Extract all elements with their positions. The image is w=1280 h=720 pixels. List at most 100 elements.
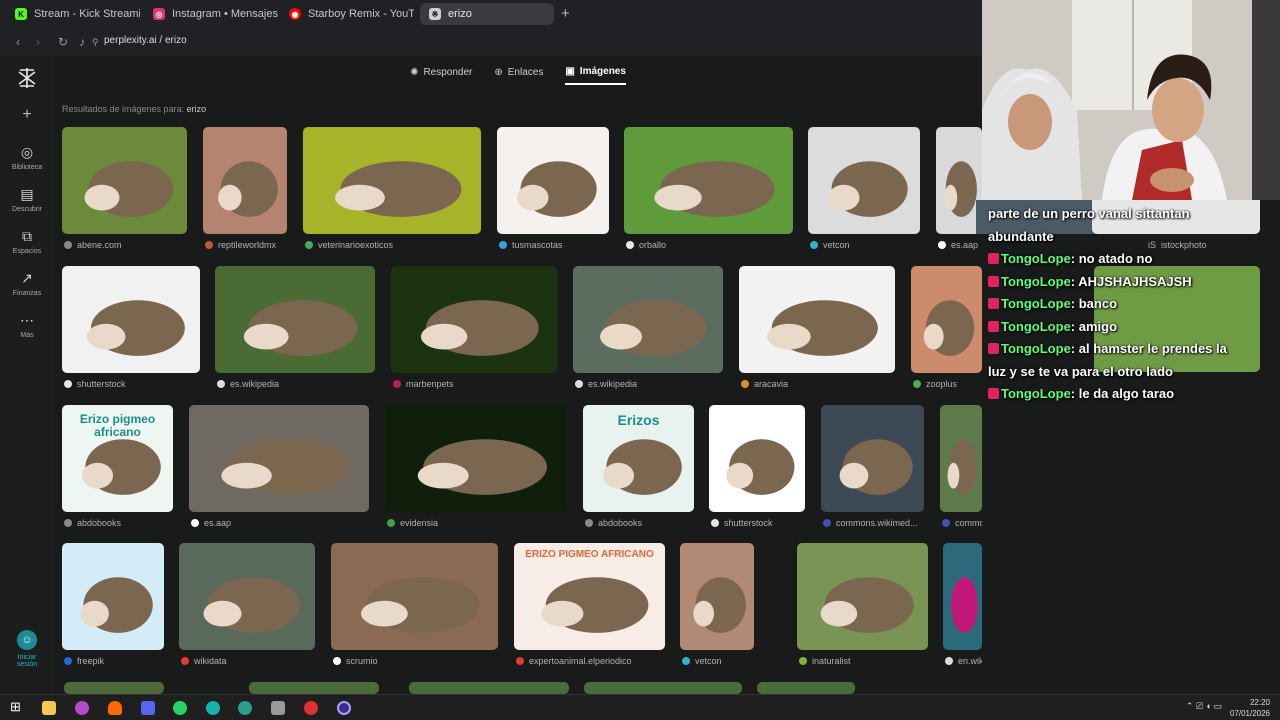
microphone-icon[interactable]: ♪ (79, 35, 85, 49)
image-result[interactable] (249, 682, 379, 694)
image-source[interactable]: vetcon (682, 656, 722, 666)
image-source[interactable]: en.wikipedia (945, 656, 982, 666)
app-icon[interactable] (238, 701, 252, 715)
image-result[interactable] (709, 405, 805, 512)
image-source[interactable]: commons.wikimed... (823, 518, 918, 528)
image-result[interactable] (940, 405, 982, 512)
image-source[interactable]: wikidata (181, 656, 227, 666)
image-source[interactable]: shutterstock (64, 379, 126, 389)
source-favicon-icon (741, 380, 749, 388)
reload-icon[interactable]: ↻ (58, 35, 68, 49)
login-button[interactable]: ☺ Iniciar sesión (0, 630, 54, 668)
source-favicon-icon (64, 380, 72, 388)
tab-responder[interactable]: ✺ Responder (410, 66, 472, 85)
image-result[interactable] (62, 266, 200, 373)
image-source[interactable]: abene.com (64, 240, 122, 250)
image-result[interactable] (739, 266, 895, 373)
image-result[interactable]: ERIZO PIGMEO AFRICANO (514, 543, 665, 650)
perplexity-icon: ※ (429, 8, 441, 20)
image-source[interactable]: shutterstock (711, 518, 773, 528)
image-result[interactable] (391, 266, 557, 373)
sidebar-item-finanzas[interactable]: ↗ Finanzas (0, 270, 54, 297)
tab-kick[interactable]: K Stream - Kick Streaming (6, 3, 140, 25)
image-source[interactable]: evidensia (387, 518, 438, 528)
image-result[interactable] (757, 682, 855, 694)
tab-youtube-music[interactable]: ◉ Starboy Remix - YouTube Mu (280, 3, 414, 25)
image-result[interactable] (624, 127, 793, 234)
site-info-icon[interactable]: ⚲ (92, 37, 99, 48)
tab-instagram[interactable]: ◎ Instagram • Mensajes (144, 3, 278, 25)
image-result[interactable] (189, 405, 369, 512)
perplexity-logo[interactable] (15, 66, 39, 90)
app-icon[interactable] (271, 701, 285, 715)
image-result[interactable] (62, 543, 164, 650)
new-thread-button[interactable]: + (0, 106, 54, 127)
results-prefix: Resultados de imágenes para: (62, 104, 185, 114)
image-result[interactable] (203, 127, 287, 234)
app-icon[interactable] (75, 701, 89, 715)
sidebar-item-descubrir[interactable]: ▤ Descubrir (0, 186, 54, 213)
image-result[interactable] (680, 543, 754, 650)
discord-icon[interactable] (141, 701, 155, 715)
image-source[interactable]: orballo (626, 240, 666, 250)
new-tab-button[interactable]: + (561, 5, 570, 22)
tab-erizo[interactable]: ※ erizo (420, 3, 554, 25)
image-result[interactable] (911, 266, 982, 373)
tab-enlaces[interactable]: ⊕ Enlaces (494, 66, 543, 85)
image-result[interactable] (821, 405, 924, 512)
back-icon[interactable]: ‹ (16, 35, 20, 49)
image-result[interactable] (573, 266, 723, 373)
image-source[interactable]: zooplus (913, 379, 957, 389)
image-source[interactable]: veterinarioexoticos (305, 240, 393, 250)
image-source[interactable]: tusmascotas (499, 240, 563, 250)
image-result[interactable]: Erizos (583, 405, 694, 512)
sidebar-item-espacios[interactable]: ⧉ Espacios (0, 228, 54, 255)
address-bar[interactable]: perplexity.ai / erizo (104, 35, 187, 46)
image-result[interactable] (331, 543, 498, 650)
image-source[interactable]: commons.wikimedia (942, 518, 982, 528)
image-source[interactable]: abdobooks (585, 518, 642, 528)
image-source[interactable]: vetcon (810, 240, 850, 250)
whatsapp-icon[interactable] (173, 701, 187, 715)
image-source[interactable]: es.wikipedia (217, 379, 279, 389)
clock[interactable]: 22:20 07/01/2026 (1230, 697, 1270, 719)
obs-icon[interactable] (304, 701, 318, 715)
image-result[interactable] (409, 682, 569, 694)
image-result[interactable] (303, 127, 481, 234)
image-result[interactable] (943, 543, 982, 650)
image-source[interactable]: es.aap (938, 240, 978, 250)
image-source[interactable]: es.aap (191, 518, 231, 528)
app-icon[interactable] (206, 701, 220, 715)
image-result[interactable] (215, 266, 375, 373)
chat-message: TongoLope: no atado no (988, 251, 1152, 266)
image-source[interactable]: inaturalist (799, 656, 851, 666)
image-source[interactable]: abdobooks (64, 518, 121, 528)
chat-message: TongoLope: AHJSHAJHSAJSH (988, 274, 1192, 289)
image-result[interactable]: Erizo pigmeo africano (62, 405, 173, 512)
image-source[interactable]: es.wikipedia (575, 379, 637, 389)
tab-imagenes[interactable]: ▣ Imágenes (565, 66, 626, 85)
image-result[interactable] (179, 543, 315, 650)
sidebar-item-mas[interactable]: ⋯ Más (0, 312, 54, 339)
image-result[interactable] (385, 405, 567, 512)
image-source[interactable]: scrumio (333, 656, 378, 666)
app-icon[interactable] (337, 701, 351, 715)
image-source[interactable]: reptileworldmx (205, 240, 276, 250)
file-explorer-icon[interactable] (42, 701, 56, 715)
image-source[interactable]: marbenpets (393, 379, 454, 389)
image-result[interactable] (808, 127, 920, 234)
image-result[interactable] (497, 127, 609, 234)
image-source[interactable]: freepik (64, 656, 104, 666)
image-result[interactable] (584, 682, 742, 694)
image-result[interactable] (797, 543, 928, 650)
sidebar-item-biblioteca[interactable]: ◎ Biblioteca (0, 144, 54, 171)
forward-icon[interactable]: › (36, 35, 40, 49)
image-source[interactable]: iS istockphoto (1148, 240, 1207, 250)
image-result[interactable] (64, 682, 164, 694)
image-source[interactable]: expertoanimal.elperiodico (516, 656, 632, 666)
image-source[interactable]: aracavia (741, 379, 788, 389)
windows-start-icon[interactable]: ⊞ (10, 699, 24, 714)
image-result[interactable] (62, 127, 187, 234)
brave-icon[interactable] (108, 701, 122, 715)
system-tray-icons[interactable]: ⌃ ⎚ ◖ ▭ (1186, 701, 1222, 712)
